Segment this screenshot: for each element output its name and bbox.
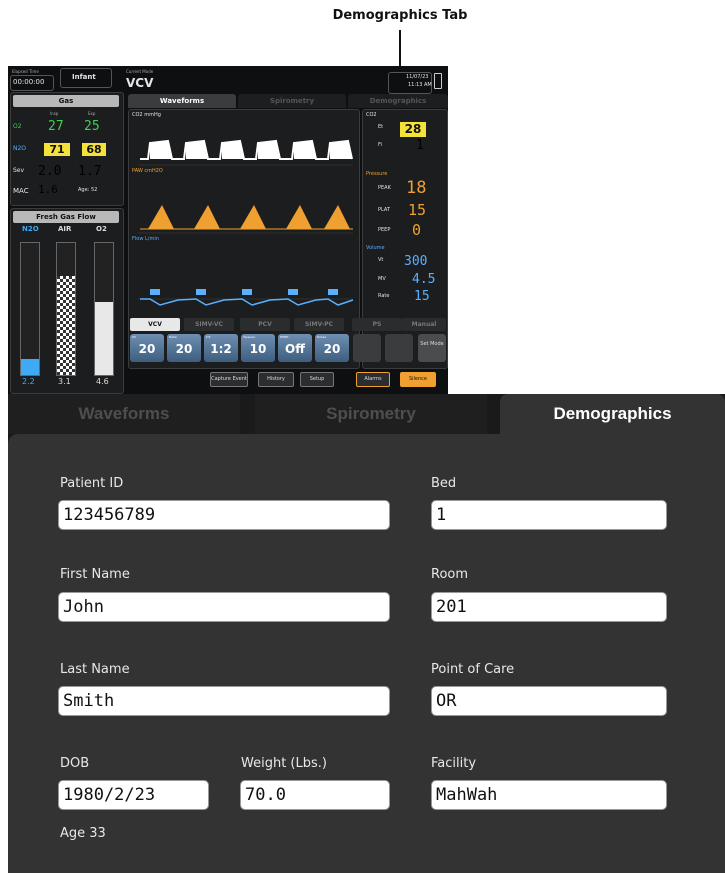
- n2o-insp: 71: [44, 143, 70, 156]
- alarms-button[interactable]: Alarms: [356, 372, 390, 387]
- mode-tab[interactable]: PCV: [240, 318, 290, 331]
- flow-column-label: N2O: [22, 225, 39, 233]
- setting-label: I:E: [206, 335, 211, 339]
- silence-button[interactable]: Silence: [400, 372, 436, 387]
- setup-button[interactable]: Setup: [300, 372, 334, 387]
- room-field[interactable]: 201: [431, 592, 667, 622]
- setting-value: Off: [285, 342, 305, 356]
- setting-value: 20: [323, 342, 341, 356]
- setting-label: Rate: [169, 335, 177, 339]
- mode-tab[interactable]: SIMV-PC: [294, 318, 344, 331]
- etco2-value: 28: [400, 122, 426, 137]
- mini-tab-waveforms[interactable]: Waveforms: [128, 94, 236, 108]
- demographics-panel: Waveforms Spirometry Demographics Patien…: [8, 394, 725, 873]
- device-screen-thumbnail: Elapsed Time 00:00:00 Infant Current Mod…: [8, 66, 448, 394]
- n2o-exp: 68: [82, 143, 106, 156]
- age-text: Age 33: [60, 826, 106, 841]
- dob-field[interactable]: 1980/2/23: [58, 780, 209, 810]
- mac-value: 1.6: [38, 183, 58, 196]
- mode-tab[interactable]: SIMV-VC: [184, 318, 234, 331]
- patient-id-field[interactable]: 123456789: [58, 500, 390, 530]
- fresh-gas-flow-title: Fresh Gas Flow: [13, 211, 119, 223]
- mode-tab[interactable]: Manual: [402, 318, 446, 331]
- demographics-form: Patient ID 123456789 Bed 1 First Name Jo…: [8, 434, 725, 873]
- sev-insp: 2.0: [38, 164, 62, 179]
- setting-value: 20: [138, 342, 156, 356]
- empty-setting-slot: [353, 334, 381, 362]
- flow-column-label: O2: [96, 225, 107, 233]
- setting-value: 20: [175, 342, 193, 356]
- rate-value: 15: [414, 289, 430, 304]
- setting-button[interactable]: Tpause 10: [241, 334, 275, 362]
- plat-value: 15: [408, 201, 427, 219]
- setting-button[interactable]: Pmax 20: [315, 334, 349, 362]
- mini-tab-spirometry[interactable]: Spirometry: [238, 94, 346, 108]
- setting-label: PEEP: [280, 335, 289, 339]
- peak-value: 18: [406, 178, 427, 198]
- gas-title: Gas: [13, 95, 119, 107]
- first-name-label: First Name: [60, 567, 130, 582]
- elapsed-time: 00:00:00: [13, 78, 45, 86]
- point-of-care-field[interactable]: OR: [431, 686, 667, 716]
- first-name-field[interactable]: John: [58, 592, 390, 622]
- flow-tube: [20, 242, 40, 376]
- o2-insp: 27: [48, 119, 64, 134]
- setting-label: Pmax: [317, 335, 327, 339]
- flow-tube-fill: [95, 302, 113, 375]
- current-mode-label: Current Mode: [126, 69, 154, 74]
- setting-button[interactable]: Rate 20: [167, 334, 201, 362]
- history-button[interactable]: History: [258, 372, 294, 387]
- setting-button[interactable]: PEEP Off: [278, 334, 312, 362]
- tab-spirometry[interactable]: Spirometry: [255, 394, 487, 434]
- bed-field[interactable]: 1: [431, 500, 667, 530]
- weight-field[interactable]: 70.0: [240, 780, 390, 810]
- mode-tab[interactable]: PS: [352, 318, 402, 331]
- facility-label: Facility: [431, 756, 477, 771]
- setting-button[interactable]: Vt 20: [130, 334, 164, 362]
- room-label: Room: [431, 567, 469, 582]
- set-mode-button[interactable]: Set Mode: [418, 334, 446, 362]
- capture-event-button[interactable]: Capture Event: [210, 372, 248, 387]
- tab-waveforms[interactable]: Waveforms: [8, 394, 240, 434]
- elapsed-time-label: Elapsed Time: [12, 69, 39, 74]
- setting-value: 10: [249, 342, 267, 356]
- dob-label: DOB: [60, 756, 90, 771]
- mv-value: 4.5: [412, 272, 436, 287]
- setting-button[interactable]: I:E 1:2: [204, 334, 238, 362]
- patient-type[interactable]: Infant: [72, 74, 96, 81]
- tab-demographics[interactable]: Demographics: [500, 394, 725, 434]
- setting-label: Vt: [132, 335, 136, 339]
- point-of-care-label: Point of Care: [431, 662, 515, 677]
- last-name-label: Last Name: [60, 662, 130, 677]
- flow-column-value: 2.2: [22, 377, 35, 386]
- mode-tab[interactable]: VCV: [130, 318, 180, 331]
- flow-column-label: AIR: [58, 225, 72, 233]
- bed-label: Bed: [431, 476, 457, 491]
- facility-field[interactable]: MahWah: [431, 780, 667, 810]
- patient-id-label: Patient ID: [60, 476, 124, 491]
- empty-setting-slot: [385, 334, 413, 362]
- weight-label: Weight (Lbs.): [241, 756, 327, 771]
- date: 11/07/23: [406, 74, 429, 80]
- time: 11:13 AM: [408, 82, 432, 88]
- flow-tube-fill: [57, 276, 75, 375]
- flow-column-value: 4.6: [96, 377, 109, 386]
- last-name-field[interactable]: Smith: [58, 686, 390, 716]
- fico2-value: 1: [416, 138, 424, 153]
- sev-exp: 1.7: [78, 164, 102, 179]
- o2-exp: 25: [84, 119, 100, 134]
- flow-tube-fill: [21, 359, 39, 375]
- setting-value: 1:2: [210, 342, 232, 356]
- battery-icon: [434, 73, 442, 89]
- flow-column-value: 3.1: [58, 377, 71, 386]
- vt-value: 300: [404, 254, 428, 269]
- callout-label: Demographics Tab: [332, 8, 468, 23]
- mini-tab-demographics[interactable]: Demographics: [348, 94, 448, 108]
- peep-value: 0: [412, 221, 422, 239]
- current-mode: VCV: [126, 76, 154, 90]
- setting-label: Tpause: [243, 335, 256, 339]
